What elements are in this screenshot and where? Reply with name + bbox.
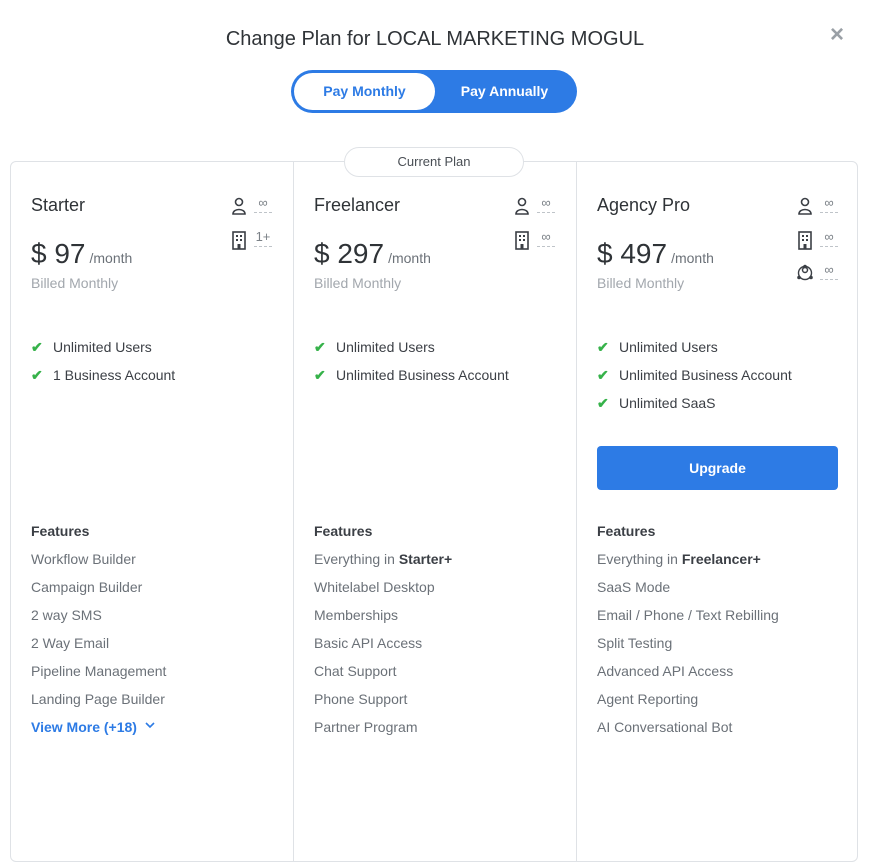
plan-card-agency-pro: Agency Pro ∞ ∞ ∞ $ 497/month Billed Mont…	[576, 162, 858, 861]
check-icon: ✔	[314, 367, 326, 383]
plan-name: Starter	[31, 195, 86, 215]
users-limit: ∞	[513, 194, 563, 220]
check-icon: ✔	[31, 339, 43, 355]
included-item: ✔ Unlimited SaaS	[597, 395, 716, 411]
chevron-down-icon	[145, 722, 155, 729]
plan-cards: Starter ∞ 1+ $ 97/month Billed Monthly ✔…	[10, 161, 858, 862]
users-limit: ∞	[796, 194, 846, 220]
price-amount: $ 297	[314, 238, 385, 269]
plan-name: Agency Pro	[597, 195, 691, 215]
features-heading: Features	[314, 523, 373, 539]
feature-item: SaaS Mode	[597, 579, 671, 595]
saas-limit-value: ∞	[820, 261, 838, 280]
feature-item: Advanced API Access	[597, 663, 734, 679]
users-limit: ∞	[230, 194, 280, 220]
check-icon: ✔	[314, 339, 326, 355]
pay-monthly-option[interactable]: Pay Monthly	[294, 73, 435, 110]
included-item: ✔ Unlimited Users	[31, 339, 152, 355]
building-icon	[798, 231, 812, 250]
price-period: /month	[388, 250, 431, 266]
check-icon: ✔	[31, 367, 43, 383]
billing-note: Billed Monthly	[31, 275, 119, 291]
feature-item: Phone Support	[314, 691, 408, 707]
feature-item: Campaign Builder	[31, 579, 143, 595]
included-item: ✔ Unlimited Business Account	[314, 367, 509, 383]
plan-price: $ 297/month	[314, 238, 431, 270]
accounts-limit: ∞	[796, 228, 846, 254]
feature-item: Chat Support	[314, 663, 397, 679]
feature-item: Everything in Starter+	[314, 551, 453, 567]
building-icon	[232, 231, 246, 250]
included-item: ✔ 1 Business Account	[31, 367, 176, 383]
billing-note: Billed Monthly	[314, 275, 402, 291]
feature-item: Agent Reporting	[597, 691, 699, 707]
price-period: /month	[671, 250, 714, 266]
feature-item: Everything in Freelancer+	[597, 551, 761, 567]
feature-item: Partner Program	[314, 719, 418, 735]
users-limit-value: ∞	[820, 194, 838, 213]
close-icon[interactable]: ×	[826, 23, 848, 47]
current-plan-badge: Current Plan	[344, 147, 524, 177]
check-icon: ✔	[597, 339, 609, 355]
users-limit-value: ∞	[537, 194, 555, 213]
plan-price: $ 497/month	[597, 238, 714, 270]
user-icon	[798, 197, 812, 215]
price-amount: $ 97	[31, 238, 86, 269]
feature-item: AI Conversational Bot	[597, 719, 733, 735]
feature-item: Workflow Builder	[31, 551, 136, 567]
feature-item: Pipeline Management	[31, 663, 167, 679]
check-icon: ✔	[597, 395, 609, 411]
pay-annually-option[interactable]: Pay Annually	[435, 73, 574, 110]
plan-price: $ 97/month	[31, 238, 132, 270]
modal-title: Change Plan for LOCAL MARKETING MOGUL	[225, 28, 645, 50]
feature-item: Split Testing	[597, 635, 673, 651]
user-icon	[232, 197, 246, 215]
accounts-limit: 1+	[230, 228, 280, 254]
plan-name: Freelancer	[314, 195, 401, 215]
included-item: ✔ Unlimited Users	[314, 339, 435, 355]
feature-item: 2 Way Email	[31, 635, 110, 651]
feature-item: Landing Page Builder	[31, 691, 165, 707]
plan-card-freelancer: Freelancer ∞ ∞ $ 297/month Billed Monthl…	[293, 162, 576, 861]
accounts-limit: ∞	[513, 228, 563, 254]
user-icon	[515, 197, 529, 215]
billing-note: Billed Monthly	[597, 275, 685, 291]
upgrade-button[interactable]: Upgrade	[597, 446, 838, 490]
included-item: ✔ Unlimited Business Account	[597, 367, 792, 383]
feature-item: Memberships	[314, 607, 399, 623]
price-period: /month	[89, 250, 133, 266]
included-item: ✔ Unlimited Users	[597, 339, 718, 355]
feature-item: Whitelabel Desktop	[314, 579, 435, 595]
view-more-link[interactable]: View More (+18)	[31, 719, 155, 735]
feature-item: Basic API Access	[314, 635, 423, 651]
feature-item: 2 way SMS	[31, 607, 102, 623]
accounts-limit-value: ∞	[820, 228, 838, 247]
features-heading: Features	[31, 523, 90, 539]
check-icon: ✔	[597, 367, 609, 383]
saas-limit: ∞	[796, 261, 846, 287]
plan-card-starter: Starter ∞ 1+ $ 97/month Billed Monthly ✔…	[11, 162, 293, 861]
price-amount: $ 497	[597, 238, 668, 269]
billing-toggle: Pay Monthly Pay Annually	[291, 70, 577, 113]
network-icon	[797, 264, 813, 281]
building-icon	[515, 231, 529, 250]
features-heading: Features	[597, 523, 656, 539]
accounts-limit-value: ∞	[537, 228, 555, 247]
feature-item: Email / Phone / Text Rebilling	[597, 607, 779, 623]
accounts-limit-value: 1+	[254, 228, 272, 247]
users-limit-value: ∞	[254, 194, 272, 213]
